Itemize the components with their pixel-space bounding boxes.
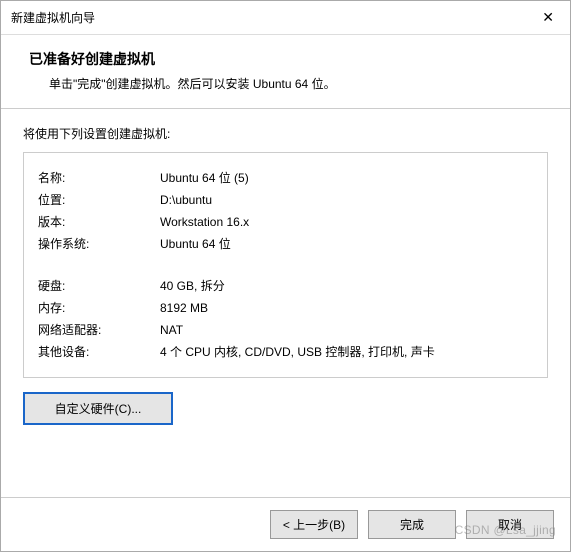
summary-key: 硬盘: [38,275,160,297]
summary-row: 版本: Workstation 16.x [38,211,533,233]
summary-row: 硬盘: 40 GB, 拆分 [38,275,533,297]
summary-value: D:\ubuntu [160,189,533,211]
summary-key: 操作系统: [38,233,160,255]
summary-row: 操作系统: Ubuntu 64 位 [38,233,533,255]
summary-value: 8192 MB [160,297,533,319]
summary-row: 位置: D:\ubuntu [38,189,533,211]
back-button[interactable]: < 上一步(B) [270,510,358,539]
finish-button[interactable]: 完成 [368,510,456,539]
summary-value: Workstation 16.x [160,211,533,233]
wizard-header: 已准备好创建虚拟机 单击"完成"创建虚拟机。然后可以安装 Ubuntu 64 位… [1,35,570,109]
summary-value: 4 个 CPU 内核, CD/DVD, USB 控制器, 打印机, 声卡 [160,341,533,363]
customize-hardware-button[interactable]: 自定义硬件(C)... [23,392,173,425]
summary-key: 版本: [38,211,160,233]
settings-summary: 名称: Ubuntu 64 位 (5) 位置: D:\ubuntu 版本: Wo… [23,152,548,378]
summary-key: 名称: [38,167,160,189]
summary-row: 网络适配器: NAT [38,319,533,341]
summary-row: 其他设备: 4 个 CPU 内核, CD/DVD, USB 控制器, 打印机, … [38,341,533,363]
header-title: 已准备好创建虚拟机 [29,49,542,69]
settings-intro: 将使用下列设置创建虚拟机: [23,125,548,142]
header-subtitle: 单击"完成"创建虚拟机。然后可以安装 Ubuntu 64 位。 [29,75,542,92]
summary-value: Ubuntu 64 位 (5) [160,167,533,189]
close-icon[interactable]: ✕ [536,7,560,28]
summary-key: 其他设备: [38,341,160,363]
summary-row: 内存: 8192 MB [38,297,533,319]
summary-value: Ubuntu 64 位 [160,233,533,255]
wizard-footer: < 上一步(B) 完成 取消 CSDN @Lsa_jjing [1,497,570,551]
summary-key: 内存: [38,297,160,319]
cancel-button[interactable]: 取消 [466,510,554,539]
summary-row: 名称: Ubuntu 64 位 (5) [38,167,533,189]
window-title: 新建虚拟机向导 [11,9,95,26]
summary-key: 网络适配器: [38,319,160,341]
summary-value: 40 GB, 拆分 [160,275,533,297]
titlebar: 新建虚拟机向导 ✕ [1,1,570,35]
summary-key: 位置: [38,189,160,211]
wizard-content: 将使用下列设置创建虚拟机: 名称: Ubuntu 64 位 (5) 位置: D:… [1,109,570,497]
summary-value: NAT [160,319,533,341]
